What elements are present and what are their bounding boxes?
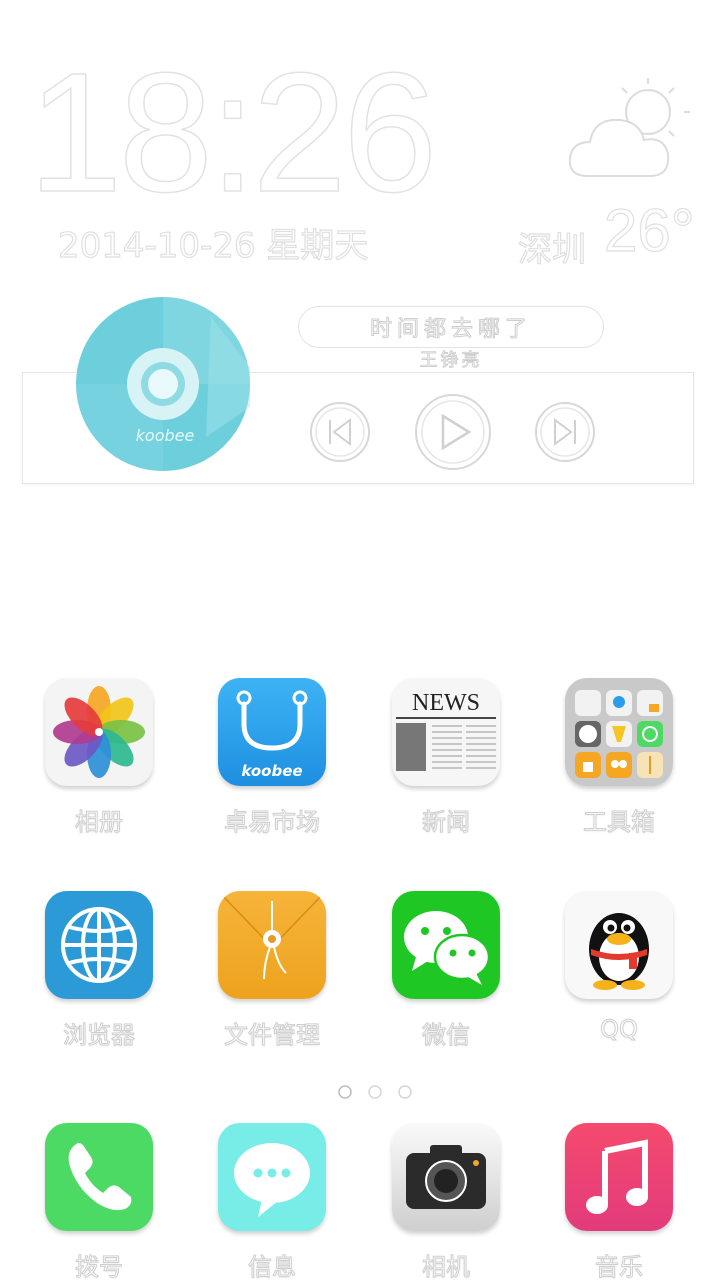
app-qq[interactable]: QQ [544, 891, 694, 1061]
dock-music[interactable]: 音乐 [544, 1123, 694, 1280]
music-icon [565, 1123, 673, 1231]
play-button[interactable] [413, 392, 493, 472]
clock-date: 2014-10-26 星期天 [57, 225, 369, 266]
messages-icon [218, 1123, 326, 1231]
app-photos[interactable]: 相册 [24, 678, 174, 848]
news-icon: NEWS [392, 678, 500, 786]
app-label: 新闻 [422, 808, 471, 837]
page-dot[interactable] [368, 1085, 382, 1099]
weather-city: 深圳 [517, 229, 586, 270]
app-news[interactable]: NEWS 新闻 [371, 678, 521, 848]
app-label: QQ [600, 1015, 639, 1044]
app-label: 相机 [422, 1253, 471, 1280]
app-label: 拨号 [75, 1253, 124, 1280]
app-toolbox-folder[interactable]: 工具箱 [544, 678, 694, 848]
disc-brand: koobee [136, 426, 195, 445]
app-koobee-market[interactable]: koobee 卓易市场 [197, 678, 347, 848]
song-title-pill: 时间都去哪了 [298, 306, 604, 348]
previous-track-button[interactable] [308, 400, 372, 464]
app-wechat[interactable]: 微信 [371, 891, 521, 1061]
clock-time[interactable]: 18:26 [27, 47, 438, 219]
page-dot-active[interactable] [338, 1085, 352, 1099]
app-label: 音乐 [595, 1253, 644, 1280]
app-label: 微信 [422, 1021, 471, 1050]
photos-icon [45, 678, 153, 786]
app-browser[interactable]: 浏览器 [24, 891, 174, 1061]
song-artist: 王铮亮 [419, 350, 483, 372]
dock-phone[interactable]: 拨号 [24, 1123, 174, 1280]
app-file-manager[interactable]: 文件管理 [197, 891, 347, 1061]
koobee-market-icon: koobee [218, 678, 326, 786]
next-track-button[interactable] [533, 400, 597, 464]
song-title: 时间都去哪了 [369, 317, 532, 343]
market-brand: koobee [241, 762, 302, 780]
app-label: 浏览器 [63, 1021, 136, 1050]
file-manager-icon [218, 891, 326, 999]
app-label: 卓易市场 [224, 808, 321, 837]
camera-icon [392, 1123, 500, 1231]
qq-penguin-icon [565, 891, 673, 999]
news-icon-text: NEWS [412, 690, 480, 716]
wechat-icon [392, 891, 500, 999]
dock-camera[interactable]: 相机 [371, 1123, 521, 1280]
dock-messages[interactable]: 信息 [197, 1123, 347, 1280]
partly-cloudy-icon [568, 78, 690, 177]
app-label: 相册 [75, 808, 124, 837]
phone-icon [45, 1123, 153, 1231]
page-indicator[interactable] [330, 1084, 420, 1104]
app-label: 工具箱 [583, 808, 656, 837]
browser-globe-icon [45, 891, 153, 999]
app-label: 信息 [248, 1253, 297, 1280]
album-disc[interactable]: koobee [76, 297, 250, 471]
page-dot[interactable] [398, 1085, 412, 1099]
toolbox-folder-icon [565, 678, 673, 786]
weather-temperature: 26° [603, 196, 695, 264]
app-label: 文件管理 [224, 1021, 321, 1050]
